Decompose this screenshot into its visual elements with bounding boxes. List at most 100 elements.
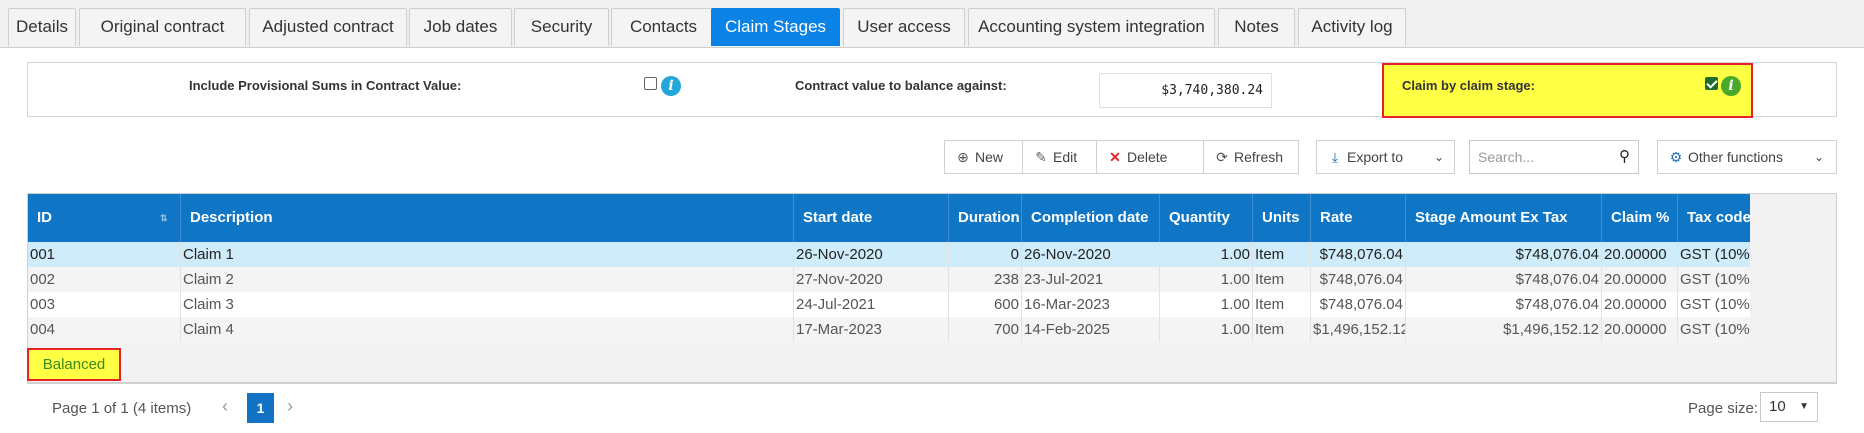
tab-contacts[interactable]: Contacts (611, 8, 716, 46)
balance-status-badge: Balanced (27, 348, 121, 381)
cell-tax-code: GST (10%) (1677, 267, 1750, 292)
pencil-icon: ✎ (1035, 149, 1047, 165)
cell-duration: 600 (948, 292, 1021, 317)
chevron-right-icon[interactable]: › (287, 396, 293, 417)
cell-rate: $748,076.04 (1310, 267, 1405, 292)
magnifier-icon[interactable]: ⚲ (1619, 141, 1630, 173)
new-label: New (975, 149, 1004, 165)
info-icon[interactable]: i (1721, 76, 1741, 96)
tab-accounting-system-integration[interactable]: Accounting system integration (968, 8, 1215, 46)
tab-details[interactable]: Details (8, 8, 76, 46)
grid-header: ID ⇅ Description Start date Duration Comp… (28, 194, 1750, 242)
tab-bar: Details Original contract Adjusted contr… (0, 0, 1864, 48)
column-header-tax-code[interactable]: Tax code (1677, 194, 1750, 242)
delete-button[interactable]: ✕ Delete (1097, 141, 1203, 173)
tab-notes[interactable]: Notes (1218, 8, 1295, 46)
cell-start-date: 24-Jul-2021 (793, 292, 922, 317)
cell-rate: $1,496,152.12 (1310, 317, 1405, 342)
claim-by-stage-label: Claim by claim stage: (1402, 78, 1535, 93)
chevron-down-icon: ⌄ (1813, 150, 1824, 164)
chevron-left-icon[interactable]: ‹ (222, 396, 228, 417)
claim-by-stage-checkbox[interactable] (1705, 77, 1718, 90)
table-row[interactable]: 004 Claim 4 17-Mar-2023 700 14-Feb-2025 … (28, 317, 1750, 342)
plus-circle-icon: ⊕ (957, 149, 969, 165)
cell-completion-date: 14-Feb-2025 (1021, 317, 1159, 342)
cell-duration: 238 (948, 267, 1021, 292)
search-input[interactable]: Search... ⚲ (1469, 140, 1639, 174)
tab-job-dates[interactable]: Job dates (409, 8, 512, 46)
column-header-completion-date[interactable]: Completion date (1021, 194, 1159, 242)
edit-button[interactable]: ✎ Edit (1023, 141, 1096, 173)
cell-units: Item (1252, 317, 1310, 342)
cell-quantity: 1.00 (1159, 267, 1252, 292)
page-size-label: Page size: (1688, 400, 1759, 417)
page-size-value: 10 (1769, 398, 1786, 415)
contract-value-label: Contract value to balance against: (795, 78, 1007, 93)
cell-id: 001 (30, 246, 56, 263)
include-provisional-checkbox[interactable] (644, 77, 657, 90)
cell-stage-amount: $1,496,152.12 (1405, 317, 1601, 342)
tab-original-contract[interactable]: Original contract (79, 8, 246, 46)
cell-start-date: 26-Nov-2020 (793, 242, 922, 267)
cell-tax-code: GST (10%) (1677, 242, 1750, 267)
export-dropdown[interactable]: ⤓ Export to ⌄ (1316, 140, 1455, 174)
cell-start-date: 27-Nov-2020 (793, 267, 922, 292)
download-icon: ⤓ (1331, 149, 1339, 165)
tab-user-access[interactable]: User access (843, 8, 965, 46)
column-header-id[interactable]: ID ⇅ (28, 194, 180, 242)
info-icon[interactable]: i (661, 76, 681, 96)
refresh-icon: ⟳ (1216, 149, 1228, 165)
tab-security[interactable]: Security (514, 8, 609, 46)
refresh-button[interactable]: ⟳ Refresh (1203, 140, 1299, 174)
page-size-select[interactable]: 10 ▼ (1760, 392, 1818, 422)
cell-stage-amount: $748,076.04 (1405, 242, 1601, 267)
pager (27, 383, 1837, 433)
cell-completion-date: 23-Jul-2021 (1021, 267, 1159, 292)
header-label: ID (37, 209, 52, 226)
cell-claim-percent: 20.00000 (1601, 317, 1677, 342)
cell-completion-date: 26-Nov-2020 (1021, 242, 1159, 267)
cell-completion-date: 16-Mar-2023 (1021, 292, 1159, 317)
cell-rate: $748,076.04 (1310, 242, 1405, 267)
table-row[interactable]: 003 Claim 3 24-Jul-2021 600 16-Mar-2023 … (28, 292, 1750, 317)
tab-activity-log[interactable]: Activity log (1298, 8, 1406, 46)
cell-units: Item (1252, 242, 1310, 267)
other-functions-dropdown[interactable]: ⚙ Other functions ⌄ (1657, 140, 1837, 174)
cell-quantity: 1.00 (1159, 242, 1252, 267)
column-header-stage-amount[interactable]: Stage Amount Ex Tax (1405, 194, 1601, 242)
cell-units: Item (1252, 292, 1310, 317)
caret-down-icon: ▼ (1799, 401, 1809, 412)
column-header-units[interactable]: Units (1252, 194, 1310, 242)
other-functions-label: Other functions (1688, 149, 1783, 165)
column-header-duration[interactable]: Duration (948, 194, 1021, 242)
claim-stages-grid: ID ⇅ Description Start date Duration Comp… (27, 193, 1837, 383)
table-row[interactable]: 002 Claim 2 27-Nov-2020 238 23-Jul-2021 … (28, 267, 1750, 292)
cell-duration: 700 (948, 317, 1021, 342)
tab-claim-stages[interactable]: Claim Stages (711, 8, 840, 46)
column-header-quantity[interactable]: Quantity (1159, 194, 1252, 242)
cell-claim-percent: 20.00000 (1601, 292, 1677, 317)
column-header-claim-percent[interactable]: Claim % (1601, 194, 1677, 242)
page-button-current[interactable]: 1 (247, 393, 274, 423)
gears-icon: ⚙ (1669, 149, 1683, 165)
column-header-description[interactable]: Description (180, 194, 821, 242)
export-label: Export to (1347, 149, 1404, 165)
delete-label: Delete (1127, 149, 1168, 165)
include-provisional-label: Include Provisional Sums in Contract Val… (189, 78, 462, 93)
column-header-rate[interactable]: Rate (1310, 194, 1405, 242)
cell-description: Claim 2 (180, 267, 821, 292)
table-row[interactable]: 001 Claim 1 26-Nov-2020 0 26-Nov-2020 1.… (28, 242, 1750, 267)
edit-label: Edit (1053, 149, 1078, 165)
cell-description: Claim 1 (180, 242, 821, 267)
cell-units: Item (1252, 267, 1310, 292)
tab-adjusted-contract[interactable]: Adjusted contract (249, 8, 407, 46)
cell-quantity: 1.00 (1159, 317, 1252, 342)
cell-stage-amount: $748,076.04 (1405, 292, 1601, 317)
column-header-start-date[interactable]: Start date (793, 194, 922, 242)
new-button[interactable]: ⊕ New (945, 141, 1022, 173)
contract-value-field[interactable]: $3,740,380.24 (1099, 73, 1272, 108)
cell-start-date: 17-Mar-2023 (793, 317, 922, 342)
cell-id: 003 (30, 296, 56, 313)
pager-summary: Page 1 of 1 (4 items) (52, 400, 192, 417)
sort-icon[interactable]: ⇅ (160, 194, 168, 242)
